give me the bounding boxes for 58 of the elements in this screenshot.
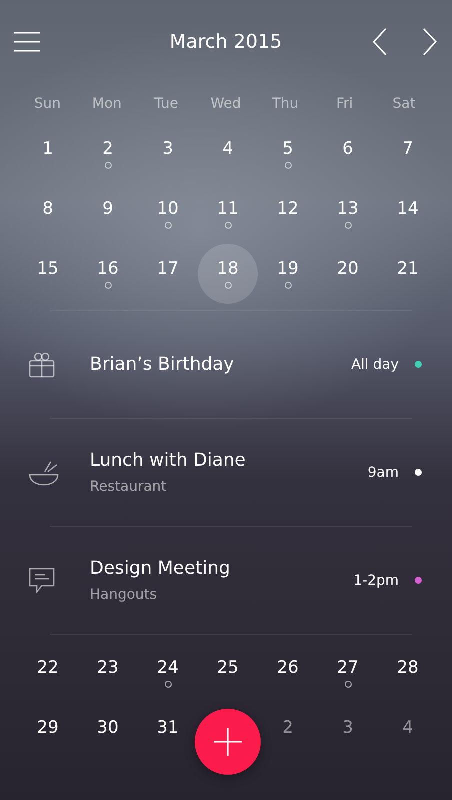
weekday-label: Sun [33, 95, 62, 114]
calendar-day[interactable]: 2 [258, 703, 318, 763]
calendar-day[interactable]: 23 [78, 643, 138, 703]
calendar-day[interactable]: 26 [258, 643, 318, 703]
calendar-day[interactable]: 4 [378, 703, 438, 763]
calendar-day[interactable]: 29 [18, 703, 78, 763]
calendar-day[interactable]: 6 [318, 124, 378, 184]
calendar-day[interactable]: 3 [138, 124, 198, 184]
calendar-day[interactable]: 5 [258, 124, 318, 184]
event-location: Hangouts [90, 587, 158, 603]
calendar-day[interactable]: 10 [138, 184, 198, 244]
calendar-day[interactable]: 16 [78, 244, 138, 304]
calendar-day[interactable]: 12 [258, 184, 318, 244]
event-time: 9am [368, 464, 399, 480]
calendar-day[interactable]: 7 [378, 124, 438, 184]
weekday-label: Fri [336, 95, 354, 114]
calendar-day[interactable]: 28 [378, 643, 438, 703]
calendar-day[interactable]: 11 [198, 184, 258, 244]
weekday-label: Sat [392, 95, 417, 114]
weekday-label: Thu [271, 95, 300, 114]
event-time: All day [351, 356, 399, 372]
calendar-day[interactable]: 27 [318, 643, 378, 703]
calendar-day[interactable]: 25 [198, 643, 258, 703]
calendar-day[interactable]: 9 [78, 184, 138, 244]
event-location: Restaurant [90, 479, 168, 495]
calendar-day[interactable]: 30 [78, 703, 138, 763]
calendar-day[interactable]: 18 [198, 244, 258, 304]
weekday-label: Tue [154, 95, 180, 114]
chat-icon [28, 566, 56, 594]
weekday-label: Mon [91, 95, 123, 114]
calendar-day[interactable]: 3 [318, 703, 378, 763]
calendar-day[interactable]: 24 [138, 643, 198, 703]
event-title: Brian’s Birthday [90, 354, 236, 375]
menu-button[interactable] [14, 31, 40, 53]
calendar-day[interactable]: 22 [18, 643, 78, 703]
event-time: 1-2pm [354, 572, 399, 588]
calendar-day[interactable]: 19 [258, 244, 318, 304]
calendar-day[interactable]: 20 [318, 244, 378, 304]
event-title: Lunch with Diane [90, 450, 247, 471]
next-month-button[interactable] [422, 28, 438, 56]
calendar-day[interactable]: 21 [378, 244, 438, 304]
chevron-right-icon [422, 28, 438, 56]
event-title: Design Meeting [90, 558, 232, 579]
calendar-day[interactable]: 4 [198, 124, 258, 184]
chevron-left-icon [372, 28, 388, 56]
calendar-day[interactable]: 8 [18, 184, 78, 244]
calendar-day[interactable]: 15 [18, 244, 78, 304]
calendar-day[interactable]: 1 [18, 124, 78, 184]
calendar-day[interactable]: 13 [318, 184, 378, 244]
month-title: March 2015 [168, 31, 284, 53]
calendar-day[interactable]: 17 [138, 244, 198, 304]
menu-icon [14, 31, 40, 53]
weekday-label: Wed [210, 95, 242, 114]
calendar-day[interactable]: 14 [378, 184, 438, 244]
calendar-day[interactable]: 2 [78, 124, 138, 184]
gift-icon [28, 350, 56, 378]
plus-icon [214, 728, 242, 756]
previous-month-button[interactable] [372, 28, 388, 56]
